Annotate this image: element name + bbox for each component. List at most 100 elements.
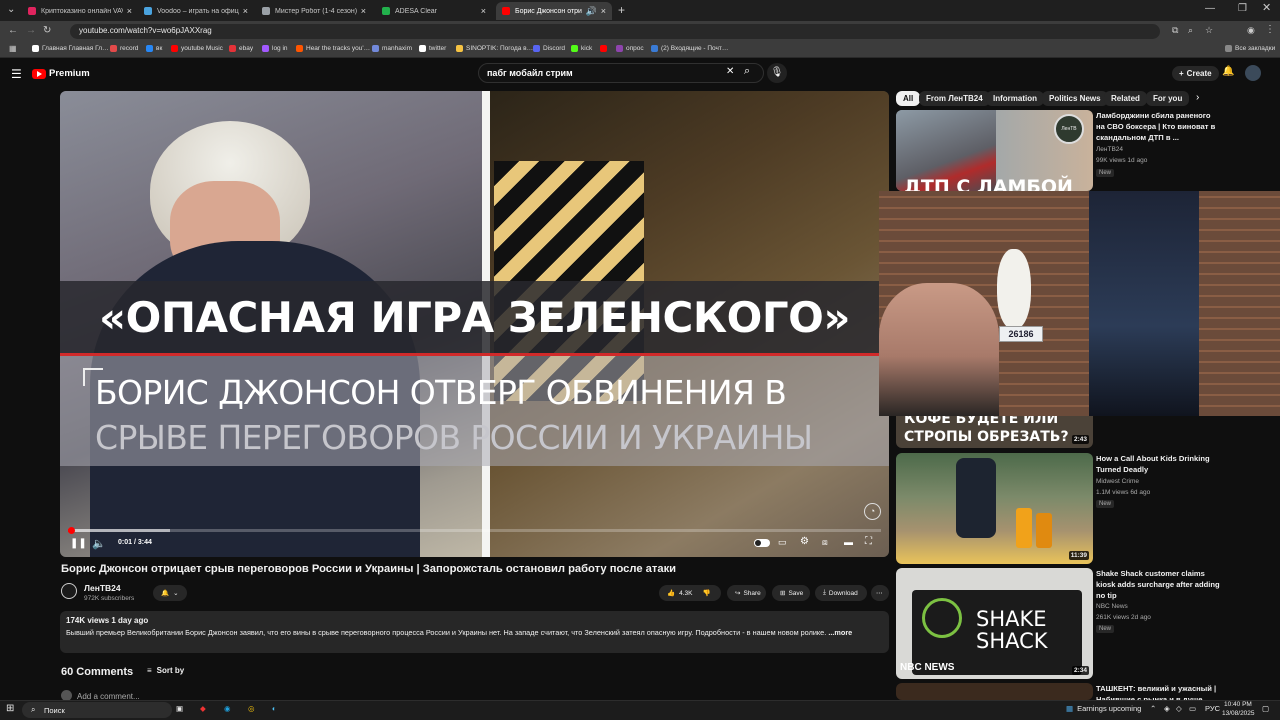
more-actions-button[interactable]: ⋯ [871,585,889,601]
edge-icon[interactable]: ◉ [224,704,231,713]
chip-politics-news[interactable]: Politics News [1042,91,1108,106]
share-button[interactable]: ↪ Share [727,585,766,601]
progress-bar[interactable] [68,529,881,532]
bookmark-item[interactable]: Discord [533,45,565,52]
bookmark-star-icon[interactable]: ☆ [1205,26,1213,35]
new-tab-icon[interactable]: + [618,4,625,16]
tab-close-icon[interactable]: × [601,6,606,16]
settings-gear-icon[interactable]: ⚙ [800,536,809,547]
task-view-icon[interactable]: ▣ [176,704,183,713]
browser-tab-3[interactable]: Мистер Робот (1-4 сезон) смотр… × [256,2,372,20]
save-button[interactable]: ⊞ Save [772,585,810,601]
bookmark-item[interactable]: log in [262,45,288,52]
windows-start-icon[interactable]: ⊞ [6,703,14,714]
hamburger-menu-icon[interactable]: ☰ [11,68,22,80]
maximize-icon[interactable]: ❐ [1238,4,1247,14]
video-player[interactable]: «ОПАСНАЯ ИГРА ЗЕЛЕНСКОГО» БОРИС ДЖОНСОН … [60,91,889,557]
open-in-app-icon[interactable]: ⧉ [1172,26,1178,35]
weather-widget[interactable]: ▦ Earnings upcoming [1066,704,1141,713]
bookmark-item[interactable]: SINOPTIK: Погода в… [456,45,533,52]
tab-close-icon[interactable]: × [243,6,248,16]
search-input[interactable]: пабг мобайл стрим [478,63,764,83]
scrubber-handle[interactable] [68,527,75,534]
bookmark-item[interactable]: опрос [616,45,644,52]
tray-chevron-icon[interactable]: ⌃ [1150,704,1156,713]
search-icon[interactable]: ⌕ [744,66,750,77]
show-more-link[interactable]: ...more [828,628,852,637]
bookmark-item[interactable]: record [110,45,138,52]
apps-grid-icon[interactable]: ▦ [9,45,17,53]
bookmark-item[interactable]: ebay [229,45,253,52]
youtube-logo[interactable]: Premium [32,68,90,79]
related-thumbnail-1[interactable]: ЛенТВ ДТП С ЛАМБОЙ [896,110,1093,191]
miniplayer-icon[interactable]: ⧈ [822,537,828,548]
tab-close-icon[interactable]: × [481,6,486,16]
bookmark-item[interactable]: twitter [419,45,446,52]
app-icon[interactable]: ◆ [200,704,206,713]
notifications-bell-icon[interactable]: 🔔 [1222,67,1234,77]
related-title[interactable]: ТАШКЕНТ: великий и ужасный | Набившие с … [1096,683,1221,700]
related-title[interactable]: Ламборджини сбила раненого на СВО боксер… [1096,110,1221,143]
browser-tab-2[interactable]: Voodoo – играть на официаль… × [138,2,254,20]
chip-all[interactable]: All [896,91,921,106]
language-indicator[interactable]: РУС [1205,704,1220,713]
channel-name[interactable]: ЛенТВ24 [84,583,121,593]
download-button[interactable]: ⤓ Download [815,585,867,601]
chip-channel[interactable]: From ЛенТВ24 [919,91,990,106]
related-channel[interactable]: ЛенТВ24 [1096,146,1123,153]
related-thumbnail-4[interactable]: SHAKE SHACK NBC NEWS 2:34 [896,568,1093,679]
bookmark-item[interactable]: Hear the tracks you'… [296,45,370,52]
notification-center-icon[interactable]: ▢ [1262,704,1269,713]
chip-related[interactable]: Related [1104,91,1147,106]
tray-app-icon[interactable]: ◈ [1164,704,1170,713]
browser-tab-5-active[interactable]: Борис Джонсон отрицает 🔊 × [496,2,612,20]
avatar[interactable] [1245,65,1261,81]
profile-icon[interactable]: ◉ [1247,26,1255,35]
back-icon[interactable]: ← [8,26,18,36]
pause-icon[interactable]: ❚❚ [70,538,87,549]
create-button[interactable]: + Create [1172,66,1219,81]
subscribed-bell-button[interactable]: 🔔 ⌄ [153,585,187,601]
bookmark-item[interactable]: kick [571,45,592,52]
speaker-icon[interactable]: 🔊 [586,6,597,17]
related-title[interactable]: How a Call About Kids Drinking Turned De… [1096,453,1221,475]
related-channel[interactable]: Midwest Crime [1096,478,1139,485]
like-count[interactable]: 4.3K [679,590,692,597]
browser-tab-4[interactable]: ADESA Clear × [376,2,492,20]
channel-avatar[interactable] [61,583,77,599]
forward-icon[interactable]: → [26,26,36,36]
minimize-icon[interactable]: — [1205,4,1215,14]
chip-for-you[interactable]: For you [1146,91,1190,106]
volume-icon[interactable]: 🔈 [92,537,106,550]
url-field[interactable]: youtube.com/watch?v=wo6pJAXXrag [70,24,1160,39]
browser-tab-1[interactable]: Криптоказино онлайн VAVADA × [22,2,138,20]
menu-dots-icon[interactable]: ⋮ [1265,25,1275,35]
clock-time[interactable]: 10:40 PM [1224,701,1252,708]
related-channel[interactable]: NBC News [1096,603,1128,610]
all-bookmarks[interactable]: Все закладки [1225,45,1275,52]
bookmark-item[interactable]: Главная Главная Гл… [32,45,109,52]
related-thumbnail-5[interactable] [896,683,1093,700]
thumbs-down-icon[interactable]: 👎 [702,589,710,597]
captions-icon[interactable]: ▭ [778,537,787,548]
network-icon[interactable]: ▭ [1189,704,1196,713]
thumbs-up-icon[interactable]: 👍 [667,589,675,597]
zoom-icon[interactable]: ⌕ [1188,26,1193,35]
bookmark-item[interactable]: (2) Входящие - Почт… [651,45,728,52]
taskbar-search[interactable]: ⌕ Поиск [22,702,172,718]
bookmark-item[interactable]: manhaxim [372,45,412,52]
channel-watermark-icon[interactable]: ◔ [864,503,881,520]
tab-close-icon[interactable]: × [361,6,366,16]
bookmark-item[interactable]: вк [146,45,162,52]
bookmark-item[interactable] [600,45,610,52]
reload-icon[interactable]: ↻ [43,26,51,36]
related-title[interactable]: Shake Shack customer claims kiosk adds s… [1096,568,1221,601]
tab-close-icon[interactable]: × [127,6,132,16]
sort-comments-button[interactable]: ≡ Sort by [147,666,184,675]
steam-icon[interactable]: ◐ [272,704,277,713]
theater-mode-icon[interactable]: ▬ [844,537,853,547]
bookmark-item[interactable]: youtube Music [171,45,223,52]
fullscreen-icon[interactable]: ⛶ [865,536,872,547]
chip-information[interactable]: Information [986,91,1044,106]
description-box[interactable]: 174K views 1 day ago Бывший премьер Вели… [60,611,889,653]
